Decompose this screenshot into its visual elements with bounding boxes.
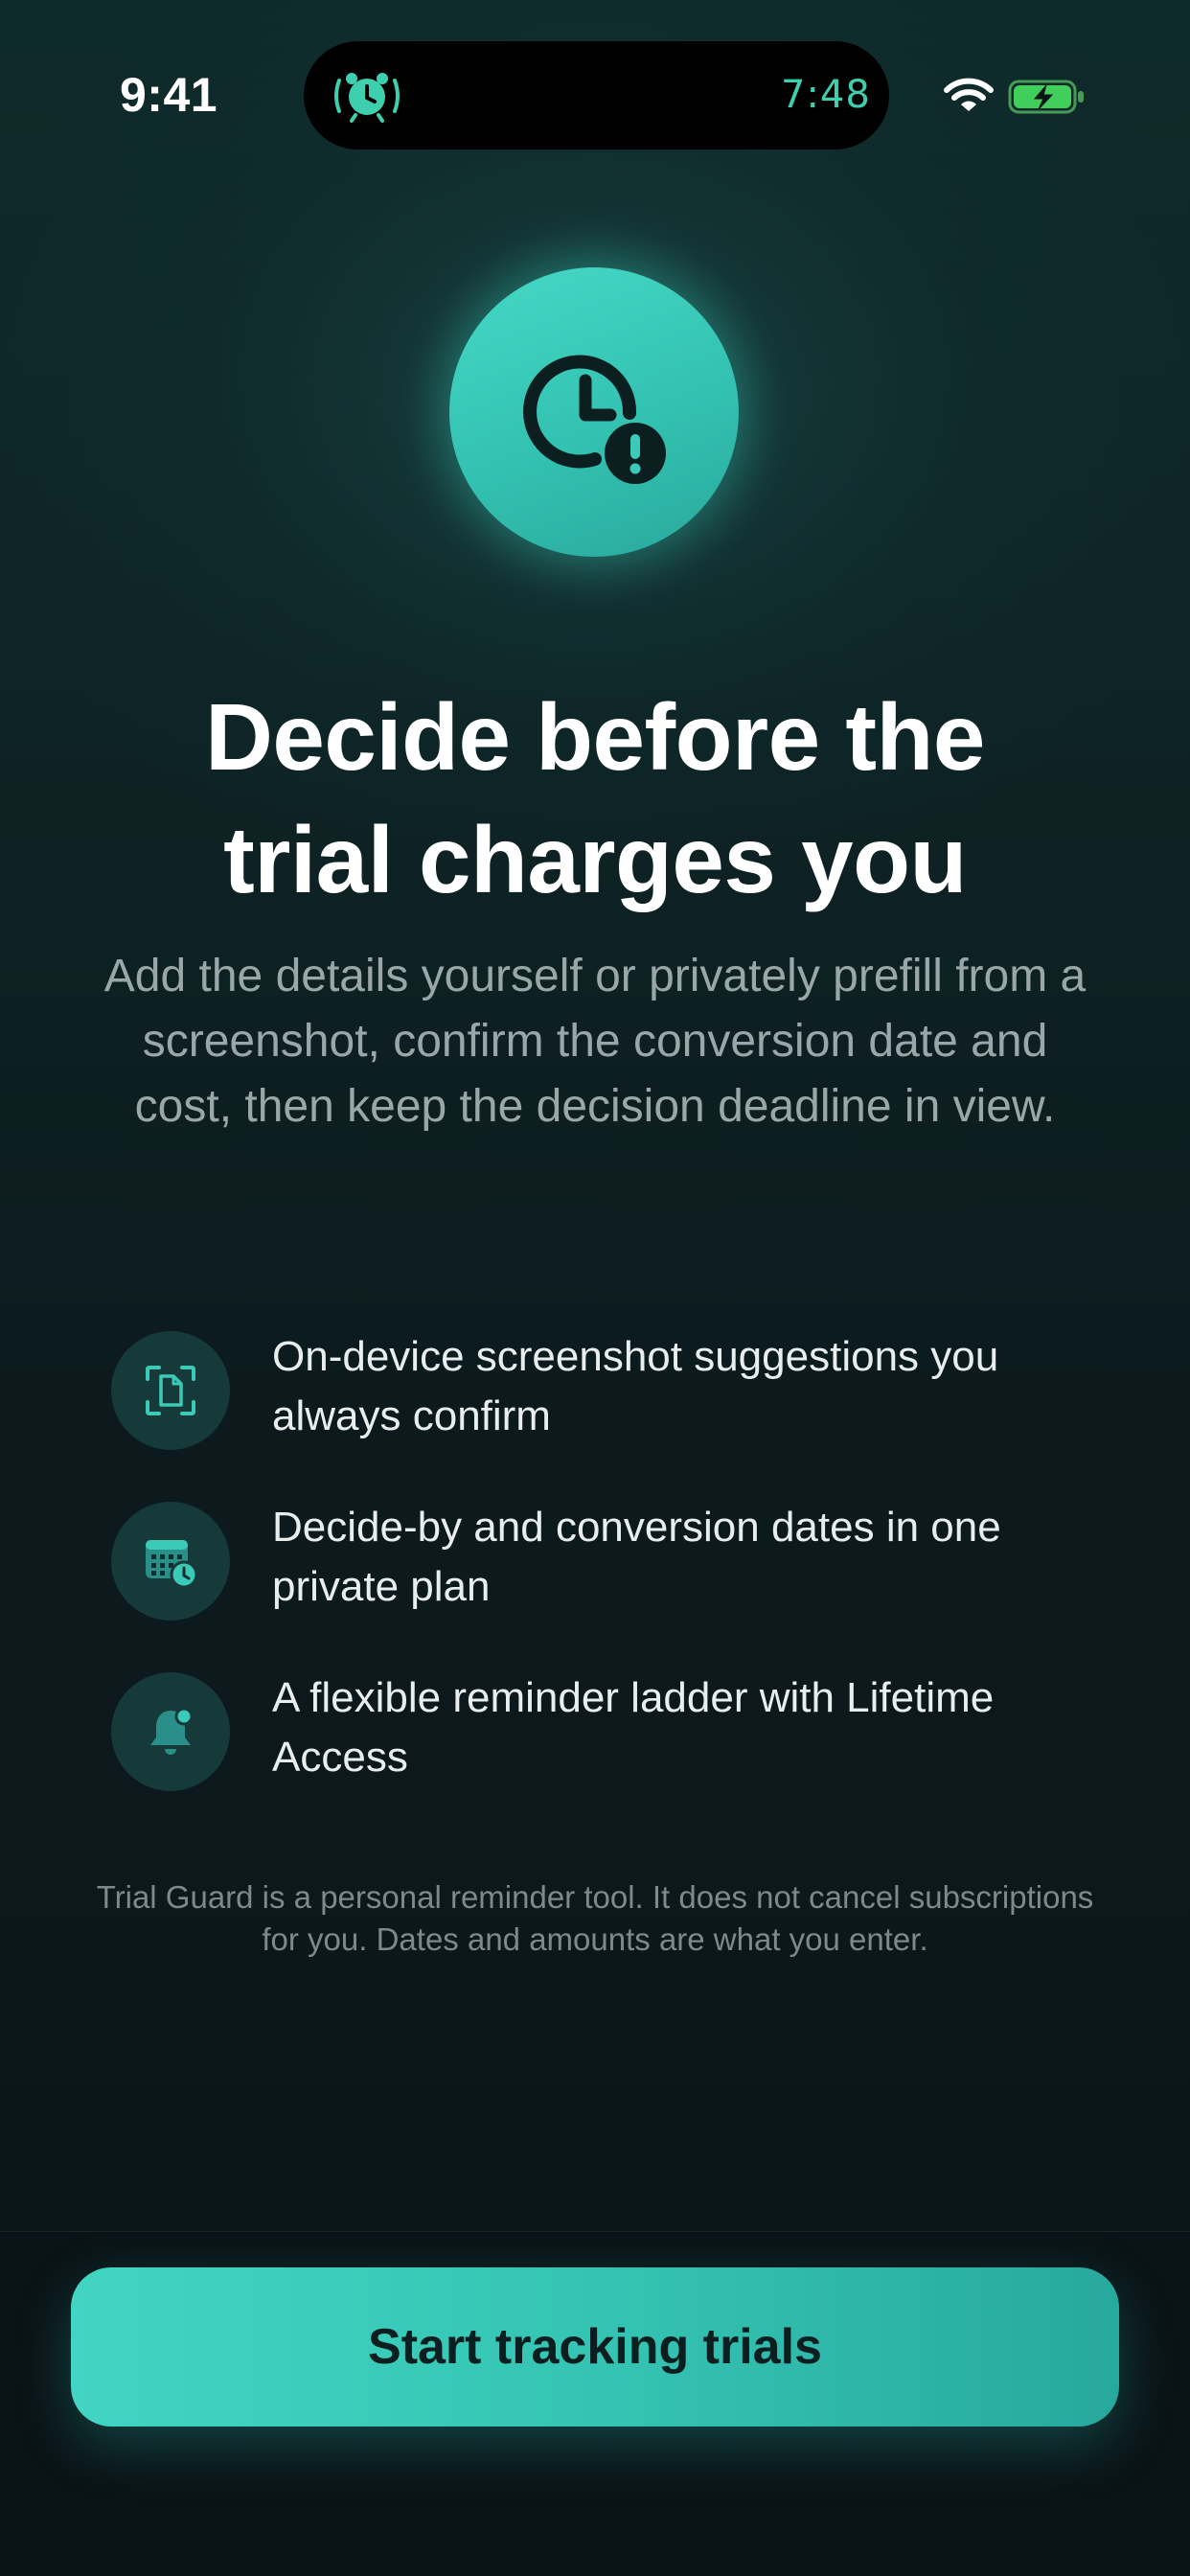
- page-title: Decide before the trial charges you: [77, 676, 1113, 921]
- start-tracking-button[interactable]: Start tracking trials: [71, 2267, 1119, 2426]
- page-subtitle: Add the details yourself or privately pr…: [103, 951, 1087, 1132]
- live-activity-time: 7:48: [781, 73, 871, 117]
- bell-badge-icon: [150, 1707, 194, 1755]
- title-line-1: Decide before the: [205, 684, 985, 790]
- document-scan-icon: [146, 1366, 195, 1415]
- onboarding-screen: 9:41 7:48 Decide before the trial charge…: [0, 0, 1190, 2576]
- feature-item-dates: Decide-by and conversion dates in one pr…: [111, 1498, 1079, 1622]
- disclaimer-text: Trial Guard is a personal reminder tool.…: [96, 1879, 1094, 1957]
- calendar-clock-icon: [146, 1540, 198, 1589]
- title-line-2: trial charges you: [223, 807, 967, 912]
- alarm-clock-icon: [334, 73, 400, 123]
- feature-text: Decide-by and conversion dates in one pr…: [272, 1504, 1001, 1610]
- feature-item-screenshot: On-device screenshot suggestions you alw…: [111, 1327, 1079, 1452]
- status-time: 9:41: [120, 68, 218, 122]
- wifi-icon: [944, 78, 994, 111]
- feature-icon-badge: [111, 1672, 230, 1791]
- feature-icon-badge: [111, 1331, 230, 1450]
- feature-item-reminders: A flexible reminder ladder with Lifetime…: [111, 1668, 1079, 1793]
- feature-text: A flexible reminder ladder with Lifetime…: [272, 1674, 995, 1781]
- status-bar: 9:41 7:48: [0, 0, 1190, 192]
- battery-charging-icon: [1008, 80, 1084, 114]
- clock-alert-icon: [523, 355, 666, 484]
- feature-icon-badge: [111, 1502, 230, 1621]
- start-tracking-label: Start tracking trials: [368, 2319, 822, 2375]
- feature-text: On-device screenshot suggestions you alw…: [272, 1333, 999, 1439]
